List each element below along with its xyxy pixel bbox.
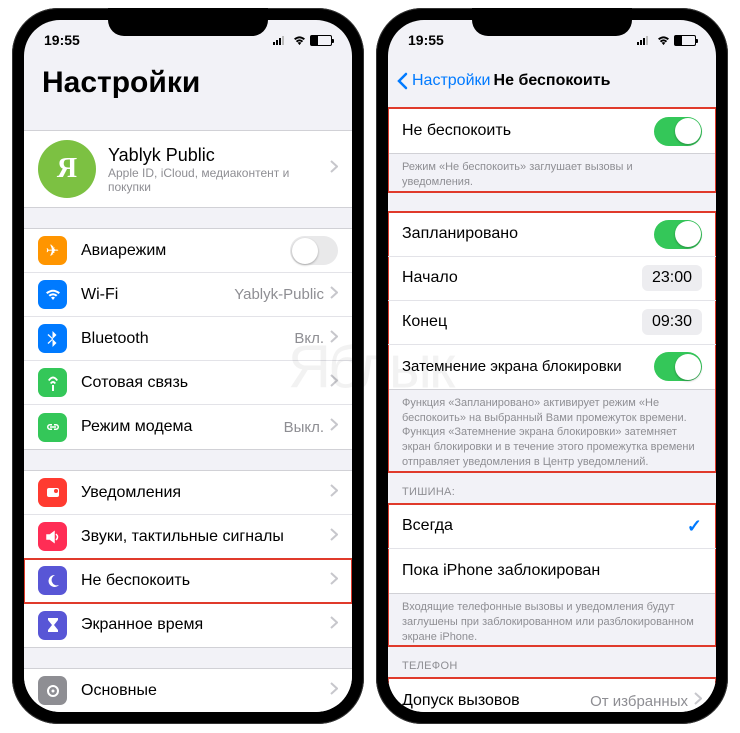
- dnd-toggle-row[interactable]: Не беспокоить: [388, 109, 716, 153]
- allow-calls-row[interactable]: Допуск вызовов От избранных: [388, 679, 716, 712]
- row-label: Не беспокоить: [81, 572, 324, 590]
- dnd-toggle[interactable]: [654, 117, 702, 146]
- scheduled-toggle[interactable]: [654, 220, 702, 249]
- phone-right: 19:55 Настройки Не беспокоить Не беспоко…: [376, 8, 728, 724]
- chevron-right-icon: [330, 374, 338, 392]
- silence-header: ТИШИНА:: [388, 472, 716, 504]
- settings-row[interactable]: Экранное время: [24, 603, 352, 647]
- phone-header: ТЕЛЕФОН: [388, 646, 716, 678]
- status-time: 19:55: [408, 32, 444, 48]
- settings-row[interactable]: Сотовая связь: [24, 361, 352, 405]
- status-time: 19:55: [44, 32, 80, 48]
- checkmark-icon: ✓: [687, 516, 702, 537]
- row-label: Звуки, тактильные сигналы: [81, 528, 324, 546]
- ant-icon: [38, 368, 67, 397]
- settings-row[interactable]: Не беспокоить: [24, 559, 352, 603]
- silence-locked-row[interactable]: Пока iPhone заблокирован: [388, 549, 716, 593]
- screen-left: 19:55 Настройки Я Yablyk Public Apple ID…: [24, 20, 352, 712]
- chevron-right-icon: [330, 330, 338, 348]
- chevron-right-icon: [330, 286, 338, 304]
- settings-row[interactable]: Режим модемаВыкл.: [24, 405, 352, 449]
- start-time-value[interactable]: 23:00: [642, 265, 702, 291]
- avatar: Я: [38, 140, 96, 198]
- scheduled-label: Запланировано: [402, 225, 654, 243]
- silence-always-label: Всегда: [402, 517, 687, 535]
- settings-row[interactable]: Wi-FiYablyk-Public: [24, 273, 352, 317]
- account-name: Yablyk Public: [108, 145, 324, 166]
- row-label: Авиарежим: [81, 242, 290, 260]
- back-label: Настройки: [412, 72, 490, 90]
- end-time-row[interactable]: Конец 09:30: [388, 301, 716, 345]
- wifi-icon: [292, 35, 307, 46]
- scheduled-row[interactable]: Запланировано: [388, 213, 716, 257]
- row-label: Режим модема: [81, 418, 284, 436]
- spk-icon: [38, 522, 67, 551]
- chevron-right-icon: [330, 682, 338, 700]
- chevron-right-icon: [694, 692, 702, 710]
- row-label: Bluetooth: [81, 330, 294, 348]
- chevron-right-icon: [330, 528, 338, 546]
- chevron-right-icon: [330, 160, 338, 178]
- moon-icon: [38, 566, 67, 595]
- row-label: Экранное время: [81, 616, 324, 634]
- wifi-icon: [656, 35, 671, 46]
- chevron-left-icon: [396, 72, 408, 90]
- phone-left: 19:55 Настройки Я Yablyk Public Apple ID…: [12, 8, 364, 724]
- link-icon: [38, 413, 67, 442]
- notch: [472, 8, 632, 36]
- settings-row[interactable]: Уведомления: [24, 471, 352, 515]
- bt-icon: [38, 324, 67, 353]
- silence-always-row[interactable]: Всегда ✓: [388, 505, 716, 549]
- cellular-icon: [273, 35, 289, 45]
- allow-calls-label: Допуск вызовов: [402, 692, 590, 710]
- dnd-footer: Режим «Не беспокоить» заглушает вызовы и…: [388, 154, 716, 192]
- gear-icon: [38, 676, 67, 705]
- dim-toggle[interactable]: [654, 352, 702, 381]
- row-label: Сотовая связь: [81, 374, 324, 392]
- dim-lock-row[interactable]: Затемнение экрана блокировки: [388, 345, 716, 389]
- row-detail: Вкл.: [294, 330, 324, 347]
- back-button[interactable]: Настройки: [396, 72, 490, 90]
- row-label: Wi-Fi: [81, 286, 234, 304]
- chevron-right-icon: [330, 418, 338, 436]
- nav-bar: Настройки Не беспокоить: [388, 60, 716, 102]
- end-label: Конец: [402, 313, 642, 331]
- cellular-icon: [637, 35, 653, 45]
- allow-calls-value: От избранных: [590, 693, 688, 710]
- screen-right: 19:55 Настройки Не беспокоить Не беспоко…: [388, 20, 716, 712]
- end-time-value[interactable]: 09:30: [642, 309, 702, 335]
- start-label: Начало: [402, 269, 642, 287]
- start-time-row[interactable]: Начало 23:00: [388, 257, 716, 301]
- apple-id-row[interactable]: Я Yablyk Public Apple ID, iCloud, медиак…: [24, 131, 352, 207]
- battery-icon: [310, 35, 332, 46]
- silence-locked-label: Пока iPhone заблокирован: [402, 562, 702, 580]
- dnd-label: Не беспокоить: [402, 122, 654, 140]
- wifi-icon: [38, 280, 67, 309]
- chevron-right-icon: [330, 572, 338, 590]
- notch: [108, 8, 268, 36]
- bell-icon: [38, 478, 67, 507]
- hour-icon: [38, 611, 67, 640]
- sched-footer: Функция «Запланировано» активирует режим…: [388, 390, 716, 472]
- row-label: Уведомления: [81, 484, 324, 502]
- settings-row[interactable]: ✈︎ Авиарежим: [24, 229, 352, 273]
- battery-icon: [674, 35, 696, 46]
- settings-row[interactable]: Звуки, тактильные сигналы: [24, 515, 352, 559]
- silence-footer: Входящие телефонные вызовы и уведомления…: [388, 594, 716, 647]
- row-detail: Yablyk-Public: [234, 286, 324, 303]
- ✈︎-icon: ✈︎: [38, 236, 67, 265]
- chevron-right-icon: [330, 616, 338, 634]
- chevron-right-icon: [330, 484, 338, 502]
- row-label: Основные: [81, 682, 324, 700]
- settings-row[interactable]: BluetoothВкл.: [24, 317, 352, 361]
- account-sub: Apple ID, iCloud, медиаконтент и покупки: [108, 166, 324, 194]
- dim-label: Затемнение экрана блокировки: [402, 358, 654, 375]
- settings-title: Настройки: [24, 60, 352, 110]
- row-detail: Выкл.: [284, 419, 324, 436]
- row-toggle[interactable]: [290, 236, 338, 265]
- settings-row[interactable]: Основные: [24, 669, 352, 712]
